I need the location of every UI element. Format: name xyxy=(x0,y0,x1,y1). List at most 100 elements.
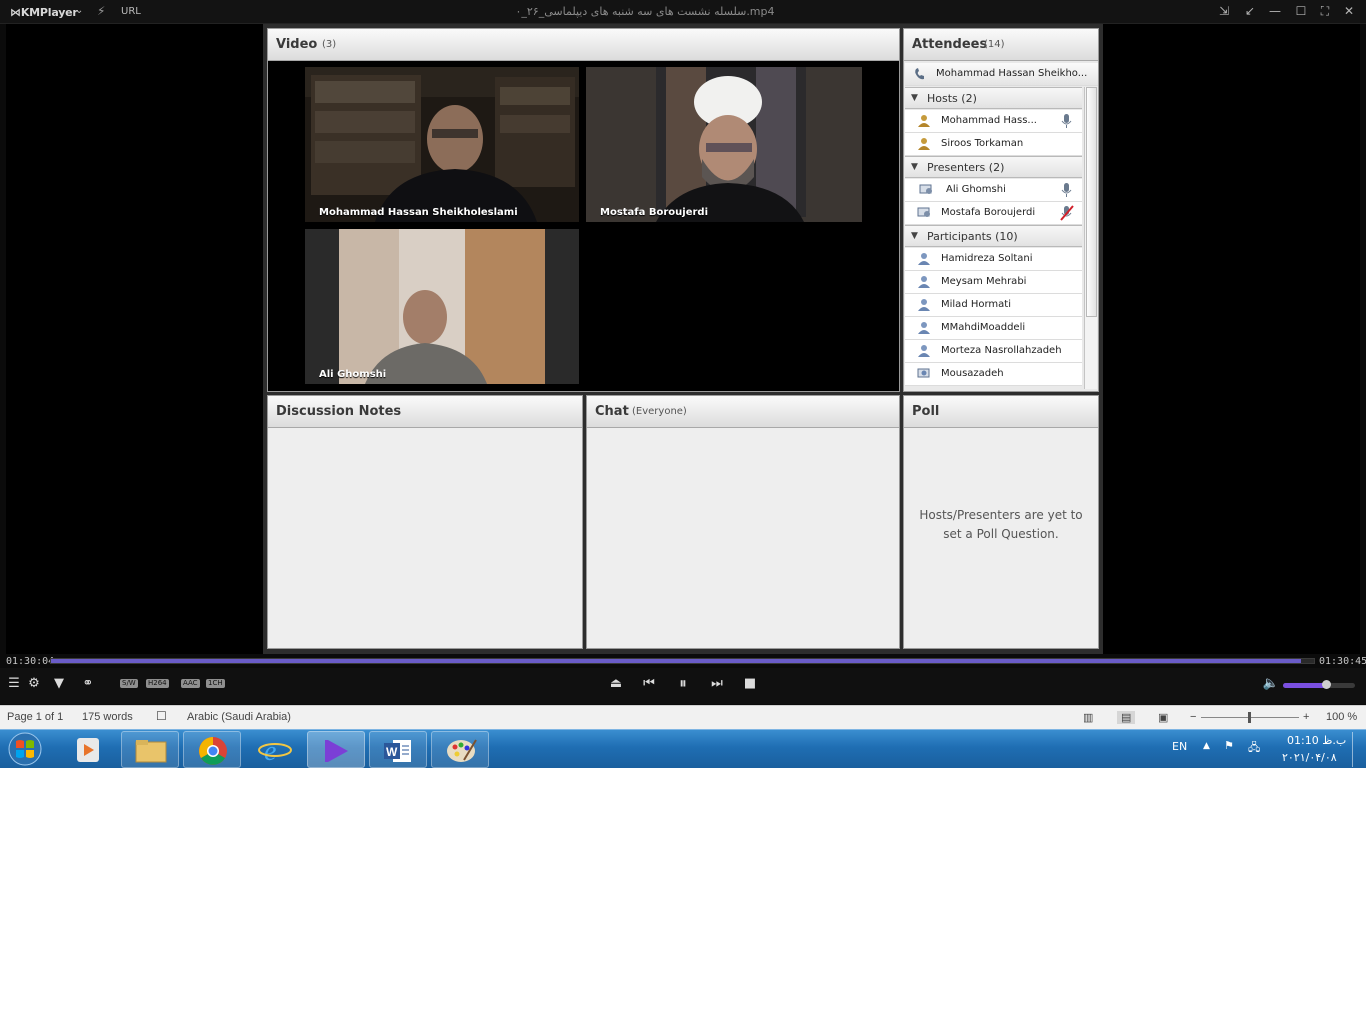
attendee-row[interactable]: Mohammad Hass... xyxy=(905,110,1082,133)
volume-knob[interactable] xyxy=(1322,680,1332,689)
svg-text:e: e xyxy=(264,736,276,767)
presenter-icon xyxy=(919,184,932,194)
seek-progress xyxy=(51,659,1302,663)
attendee-list[interactable]: ▼ Hosts (2) Mohammad Hass... Siroos Tork… xyxy=(904,87,1098,389)
video-pod: Video (3) Mohammad Hassan Sheikholeslami… xyxy=(267,28,900,392)
zoom-level[interactable]: 100 % xyxy=(1326,711,1357,723)
expand-arrow-icon[interactable]: ▼ xyxy=(911,93,918,103)
kmplayer-window: ⋈KMPlayer ⌄ ⚡ URL سلسله نشست های سه شنبه… xyxy=(0,0,1366,705)
expand-arrow-icon[interactable]: ▼ xyxy=(911,162,918,172)
vr-glasses-icon[interactable]: ⚭ xyxy=(78,676,98,691)
microphone-muted-icon xyxy=(1060,205,1074,221)
chat-pod: Chat (Everyone) xyxy=(586,395,900,649)
volume-icon[interactable]: 🔈 xyxy=(1261,676,1281,691)
attendee-name: Meysam Mehrabi xyxy=(941,276,1027,287)
current-time: 01:30:04 xyxy=(6,656,55,667)
clock-time[interactable]: 01:10 ب.ظ xyxy=(1287,734,1346,747)
group-participants[interactable]: ▼ Participants (10) xyxy=(905,225,1082,247)
previous-icon[interactable]: ⏮ xyxy=(639,676,659,691)
scrollbar-thumb[interactable] xyxy=(1086,87,1097,317)
zoom-slider-thumb[interactable] xyxy=(1248,712,1251,723)
attendee-name: Mostafa Boroujerdi xyxy=(941,207,1036,218)
presenter-icon xyxy=(917,207,930,217)
attendee-row[interactable]: Morteza Nasrollahzadeh xyxy=(905,340,1082,363)
fullscreen-icon[interactable]: ⛶ xyxy=(1318,4,1332,19)
attendee-scrollbar[interactable] xyxy=(1084,87,1097,389)
close-icon[interactable]: ✕ xyxy=(1342,4,1356,18)
word-count[interactable]: 175 words xyxy=(82,711,133,723)
page-count[interactable]: Page 1 of 1 xyxy=(7,711,63,723)
network-icon[interactable]: 🖧 xyxy=(1248,739,1260,758)
zoom-in-icon[interactable]: + xyxy=(1303,711,1309,723)
attendee-row[interactable]: Milad Hormati xyxy=(905,294,1082,317)
seek-bar[interactable] xyxy=(50,658,1315,664)
attendees-pod-header: Attendees (14) xyxy=(904,29,1098,61)
taskbar-chrome[interactable] xyxy=(183,731,241,768)
start-button[interactable] xyxy=(6,731,44,768)
next-icon[interactable]: ⏭ xyxy=(707,676,727,691)
zoom-out-icon[interactable]: − xyxy=(1190,711,1196,723)
expand-arrow-icon[interactable]: ▼ xyxy=(911,231,918,241)
svg-text:W: W xyxy=(386,745,398,759)
url-button[interactable]: URL xyxy=(121,6,141,17)
language-indicator[interactable]: Arabic (Saudi Arabia) xyxy=(187,711,291,723)
microphone-active-icon xyxy=(1061,183,1072,197)
host-icon xyxy=(918,138,930,150)
input-language[interactable]: EN xyxy=(1172,740,1187,753)
active-speaker-row[interactable]: Mohammad Hassan Sheikho... xyxy=(905,63,1098,86)
attendee-row[interactable]: Mousazadeh xyxy=(905,363,1082,386)
participant-icon xyxy=(918,299,930,311)
minimize-icon[interactable]: — xyxy=(1268,4,1282,18)
eject-icon[interactable]: ⏏ xyxy=(606,676,626,691)
attendee-row[interactable]: Mostafa Boroujerdi xyxy=(905,202,1082,225)
taskbar-ie[interactable]: e xyxy=(245,731,303,768)
attendee-row[interactable]: Hamidreza Soltani xyxy=(905,248,1082,271)
action-center-flag-icon[interactable]: ⚑ xyxy=(1224,739,1234,752)
settings-gear-icon[interactable]: ⚙ xyxy=(24,676,44,691)
attendees-pod-title: Attendees xyxy=(912,37,988,52)
clock-date[interactable]: ۲۰۲۱/۰۴/۰۸ xyxy=(1282,751,1337,764)
show-hidden-icons-icon[interactable]: ▲ xyxy=(1203,741,1210,751)
attendee-row[interactable]: Ali Ghomshi xyxy=(905,179,1082,202)
group-hosts[interactable]: ▼ Hosts (2) xyxy=(905,87,1082,109)
print-layout-icon[interactable]: ▤ xyxy=(1117,711,1136,724)
proofing-icon[interactable]: ☐ xyxy=(156,709,167,723)
participant-icon xyxy=(918,345,930,357)
taskbar-explorer[interactable] xyxy=(121,731,179,768)
webcam-feed-2 xyxy=(586,67,862,222)
folder-icon xyxy=(135,740,167,763)
web-layout-icon[interactable]: ▣ xyxy=(1158,711,1168,724)
attendee-name: MMahdiMoaddeli xyxy=(941,322,1026,333)
playlist-icon[interactable]: ☰ xyxy=(4,676,24,691)
pause-icon[interactable]: ⏸ xyxy=(673,674,693,692)
maximize-icon[interactable]: ☐ xyxy=(1294,4,1308,18)
pin-icon[interactable]: ⇲ xyxy=(1217,4,1231,18)
taskbar-paint[interactable] xyxy=(431,731,489,768)
attendee-row[interactable]: MMahdiMoaddeli xyxy=(905,317,1082,340)
taskbar-media-app[interactable] xyxy=(60,731,118,768)
read-mode-icon[interactable]: ▥ xyxy=(1083,711,1093,724)
capture-icon[interactable]: ▼ xyxy=(49,676,69,691)
attendee-row[interactable]: Meysam Mehrabi xyxy=(905,271,1082,294)
volume-slider[interactable] xyxy=(1283,680,1355,689)
poll-pod-header: Poll xyxy=(904,396,1098,428)
bolt-icon[interactable]: ⚡ xyxy=(97,4,105,18)
active-speaker-name: Mohammad Hassan Sheikho... xyxy=(936,68,1088,79)
video-tile-2[interactable]: Mostafa Boroujerdi xyxy=(586,67,862,222)
attendee-row[interactable]: Siroos Torkaman xyxy=(905,133,1082,156)
codec-badge: AAC xyxy=(181,679,200,688)
taskbar-kmplayer[interactable] xyxy=(307,731,365,768)
show-desktop-button[interactable] xyxy=(1352,732,1364,767)
participant-icon xyxy=(918,253,930,265)
video-tile-3[interactable]: Ali Ghomshi xyxy=(305,229,579,384)
word-status-bar: Page 1 of 1 175 words ☐ Arabic (Saudi Ar… xyxy=(0,705,1366,729)
menu-chevron-icon[interactable]: ⌄ xyxy=(75,5,83,16)
mini-mode-icon[interactable]: ↙ xyxy=(1243,4,1257,18)
notes-pod-header: Discussion Notes xyxy=(268,396,582,428)
codec-badge: 1CH xyxy=(206,679,225,688)
group-presenters[interactable]: ▼ Presenters (2) xyxy=(905,156,1082,178)
kmplayer-logo[interactable]: ⋈KMPlayer xyxy=(10,6,78,19)
stop-icon[interactable]: ■ xyxy=(740,676,760,691)
taskbar-word[interactable]: W xyxy=(369,731,427,768)
video-tile-1[interactable]: Mohammad Hassan Sheikholeslami xyxy=(305,67,579,222)
